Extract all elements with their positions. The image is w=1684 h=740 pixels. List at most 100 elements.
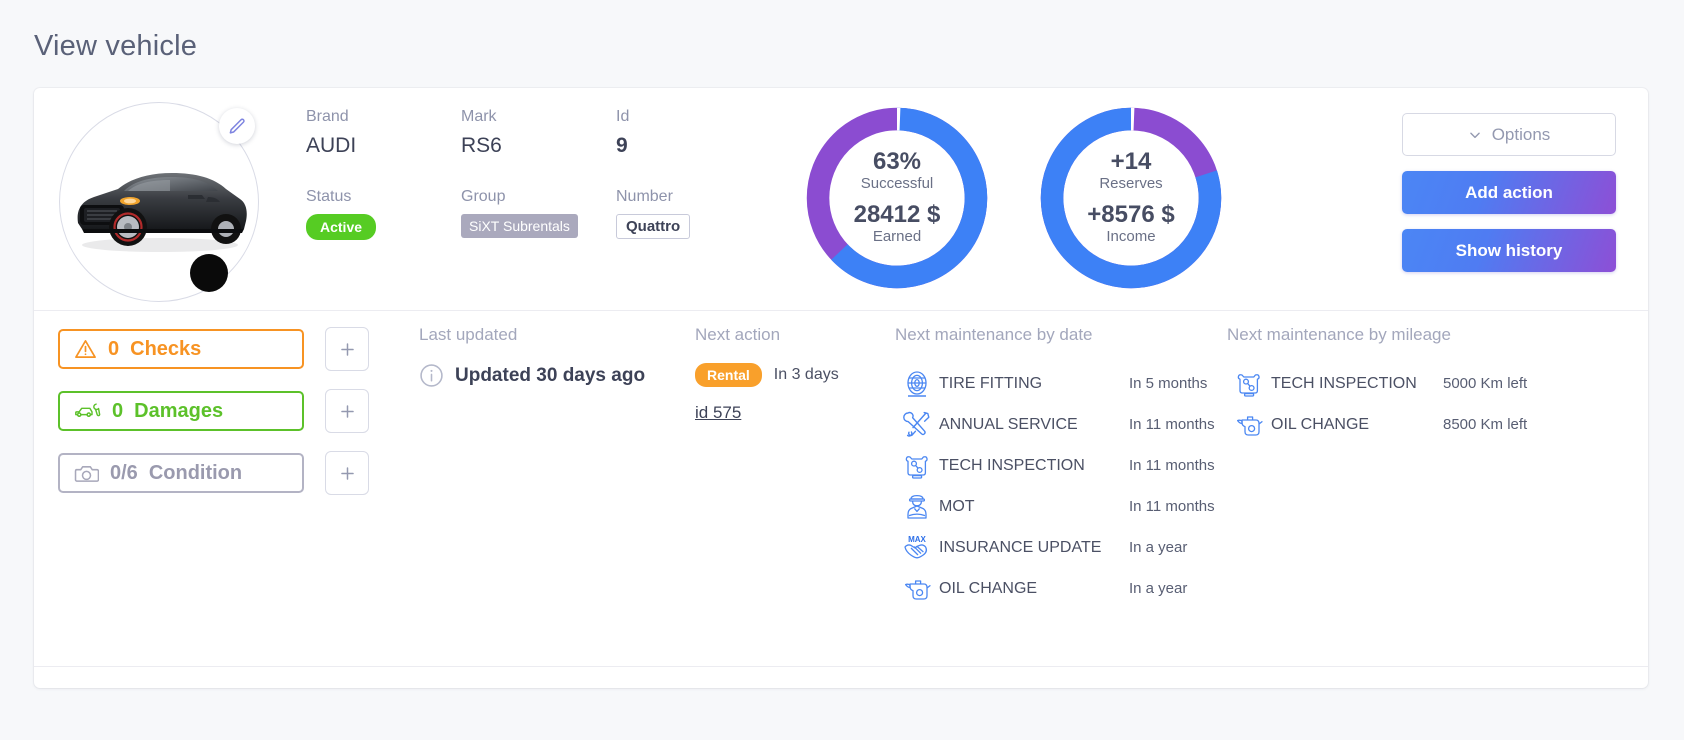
checks-label: Checks [130,338,201,361]
condition-count: 0/6 [110,462,138,485]
options-label: Options [1492,125,1551,145]
damages-box[interactable]: 0 Damages [58,391,304,431]
oil-can-icon [1227,407,1271,443]
tools-icon [895,407,939,443]
condition-box[interactable]: 0/6 Condition [58,453,304,493]
options-button[interactable]: Options [1402,113,1616,156]
maintenance-row[interactable]: TIRE FITTING In 5 months [895,363,1215,404]
next-action-column: Next action Rental In 3 days id 575 [695,325,875,423]
engine-icon [895,448,939,484]
add-condition-button[interactable] [325,451,369,495]
maintenance-name: OIL CHANGE [1271,416,1369,434]
maintenance-name: INSURANCE UPDATE [939,539,1101,557]
plus-icon [338,402,357,421]
spec-row-1: Brand AUDI Mark RS6 Id 9 [306,108,726,158]
add-damage-button[interactable] [325,389,369,433]
maintenance-when: In 11 months [1129,498,1215,515]
last-updated-heading: Last updated [419,325,679,345]
reserves-label: Reserves [1099,174,1162,194]
earnings-percent-label: Successful [861,174,934,194]
damages-line: 0 Damages [58,389,378,433]
maintenance-by-mileage-column: Next maintenance by mileage TECH INSPECT… [1227,325,1547,445]
tire-icon [895,366,939,402]
spec-value-brand: AUDI [306,134,461,158]
spec-label-number: Number [616,188,726,206]
view-vehicle-page: View vehicle [0,0,1684,740]
damages-label: Damages [134,400,223,423]
vehicle-card: Brand AUDI Mark RS6 Id 9 Status [34,88,1648,688]
wheel-accent [190,254,228,292]
checks-box[interactable]: 0 Checks [58,329,304,369]
earnings-donut-chart: 63% Successful 28412 $ Earned [803,104,991,292]
checks-line: 0 Checks [58,327,378,371]
maintenance-when: In a year [1129,539,1215,556]
last-updated-value: Updated 30 days ago [419,363,679,388]
maintenance-name: OIL CHANGE [939,580,1037,598]
maintenance-by-date-column: Next maintenance by date TIRE FITTING In… [895,325,1215,609]
spec-label-id: Id [616,108,726,126]
spec-label-brand: Brand [306,108,461,126]
reserves-count: +14 [1111,149,1152,174]
maintenance-when: In 11 months [1129,416,1215,433]
maintenance-row[interactable]: ANNUAL SERVICE In 11 months [895,404,1215,445]
condition-label: Condition [149,462,242,485]
last-updated-column: Last updated Updated 30 days ago [419,325,679,388]
maintenance-row[interactable]: OIL CHANGE 8500 Km left [1227,404,1547,445]
spec-number: Number Quattro [616,188,726,240]
camera-icon [74,463,99,484]
maintenance-when: In a year [1129,580,1215,597]
maintenance-row[interactable]: TECH INSPECTION In 11 months [895,445,1215,486]
vehicle-specs: Brand AUDI Mark RS6 Id 9 Status [306,108,726,240]
earnings-amount: 28412 $ [854,202,941,227]
info-circle-icon [419,363,444,388]
maintenance-when: 8500 Km left [1443,416,1547,433]
number-badge: Quattro [616,214,690,239]
next-action-badge: Rental [695,363,762,387]
spec-value-id: 9 [616,134,726,158]
vehicle-avatar [59,102,259,302]
warning-triangle-icon [74,338,97,361]
plus-icon [338,464,357,483]
handshake-icon: MAX [895,530,939,566]
earnings-amount-label: Earned [873,227,921,247]
spec-label-status: Status [306,188,461,206]
vehicle-actions: Options Add action Show history [1402,113,1616,272]
car-image [68,149,252,253]
edit-photo-button[interactable] [219,108,255,144]
next-action-link[interactable]: id 575 [695,403,741,423]
spec-id: Id 9 [616,108,726,158]
maintenance-name: TECH INSPECTION [939,457,1085,475]
maintenance-row[interactable]: TECH INSPECTION 5000 Km left [1227,363,1547,404]
maintenance-name: MOT [939,498,975,516]
maintenance-when: In 11 months [1129,457,1215,474]
income-donut-chart: +14 Reserves +8576 $ Income [1037,104,1225,292]
oil-can-icon [895,571,939,607]
maintenance-row[interactable]: MOT In 11 months [895,486,1215,527]
vehicle-details-row: 0 Checks [34,311,1648,666]
spec-brand: Brand AUDI [306,108,461,158]
divider [34,666,1648,667]
maintenance-name: ANNUAL SERVICE [939,416,1078,434]
maintenance-row[interactable]: MAX INSURANCE UPDATE In a year [895,527,1215,568]
inspector-icon [895,489,939,525]
plus-icon [338,340,357,359]
maintenance-name: TIRE FITTING [939,375,1042,393]
next-action-heading: Next action [695,325,875,345]
spec-mark: Mark RS6 [461,108,616,158]
add-action-button[interactable]: Add action [1402,171,1616,214]
income-label: Income [1106,227,1155,247]
add-check-button[interactable] [325,327,369,371]
earnings-donut-center: 63% Successful 28412 $ Earned [803,104,991,292]
last-updated-text: Updated 30 days ago [455,365,645,387]
svg-text:MAX: MAX [908,535,926,544]
engine-icon [1227,366,1271,402]
maintenance-mileage-heading: Next maintenance by mileage [1227,325,1547,345]
income-donut-center: +14 Reserves +8576 $ Income [1037,104,1225,292]
next-action-value: Rental In 3 days [695,363,875,387]
maintenance-row[interactable]: OIL CHANGE In a year [895,568,1215,609]
group-badge: SiXT Subrentals [461,214,578,238]
checks-count: 0 [108,338,119,361]
income-amount: +8576 $ [1087,202,1174,227]
show-history-button[interactable]: Show history [1402,229,1616,272]
spec-status: Status Active [306,188,461,240]
